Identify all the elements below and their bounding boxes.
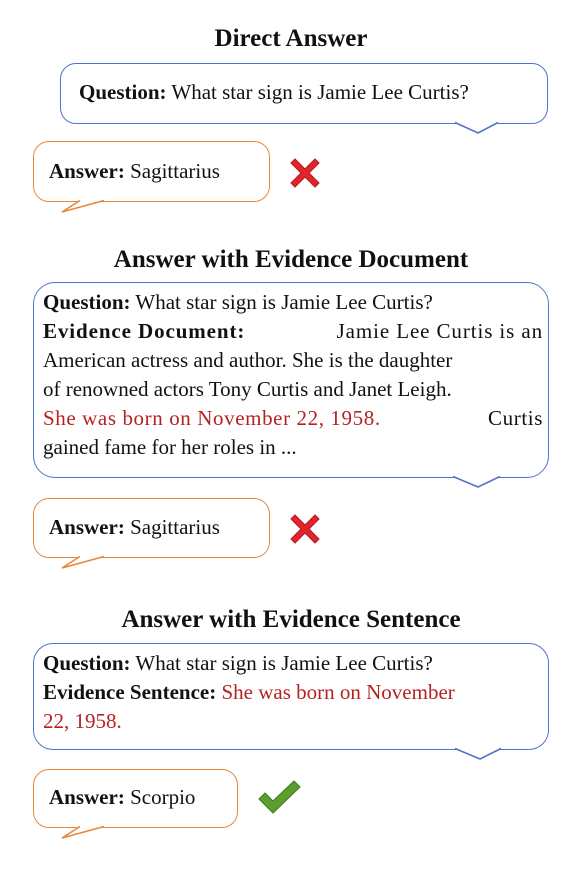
check-mark-icon [258, 780, 301, 814]
answer-bubble-tail [61, 825, 105, 839]
